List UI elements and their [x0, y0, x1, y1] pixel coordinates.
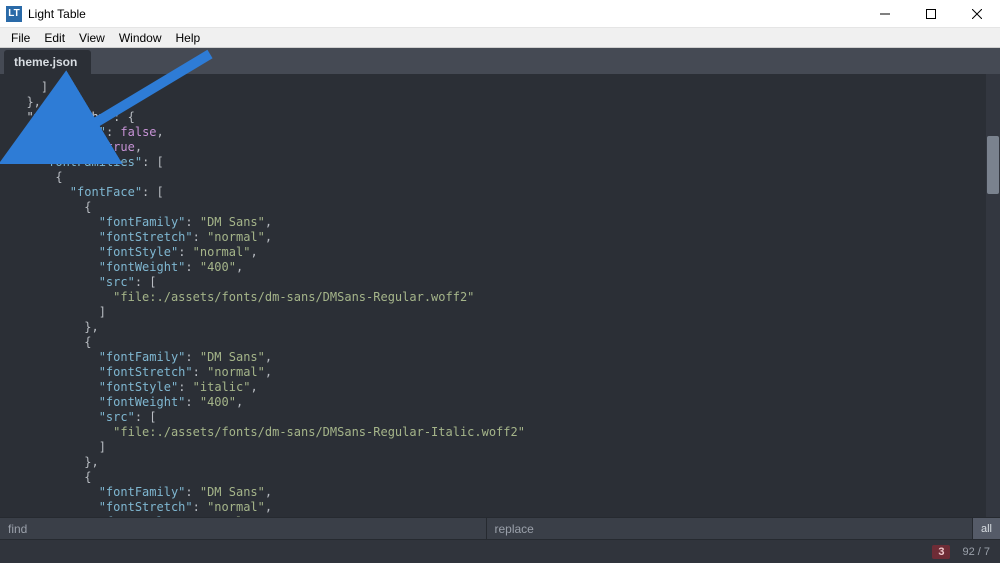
cursor-position: 92 / 7: [962, 546, 990, 558]
window-controls: [862, 0, 1000, 28]
code-content: ] }, "typography": { "dropCap": false, "…: [12, 80, 986, 517]
app-area: theme.json ] }, "typography": { "dropCap…: [0, 48, 1000, 563]
window-titlebar: LT Light Table: [0, 0, 1000, 28]
app-icon: LT: [6, 6, 22, 22]
error-count-badge[interactable]: 3: [932, 545, 950, 559]
menu-item-edit[interactable]: Edit: [37, 29, 72, 47]
vertical-scrollbar[interactable]: [986, 74, 1000, 517]
maximize-button[interactable]: [908, 0, 954, 28]
replace-input[interactable]: [495, 522, 965, 536]
tab-label: theme.json: [14, 55, 77, 69]
minimize-button[interactable]: [862, 0, 908, 28]
close-button[interactable]: [954, 0, 1000, 28]
close-icon: [972, 9, 982, 19]
code-editor[interactable]: ] }, "typography": { "dropCap": false, "…: [0, 74, 986, 517]
find-field-wrap: [0, 518, 486, 539]
menu-item-help[interactable]: Help: [169, 29, 208, 47]
minimize-icon: [880, 9, 890, 19]
statusbar: 3 92 / 7: [0, 539, 1000, 563]
scrollbar-thumb[interactable]: [987, 136, 999, 194]
replace-field-wrap: [486, 518, 973, 539]
menu-item-file[interactable]: File: [4, 29, 37, 47]
tabbar: theme.json: [0, 48, 1000, 74]
replace-all-button[interactable]: all: [972, 518, 1000, 539]
editor-wrap: ] }, "typography": { "dropCap": false, "…: [0, 74, 1000, 517]
window-title: Light Table: [28, 7, 86, 21]
menu-item-window[interactable]: Window: [112, 29, 169, 47]
replace-all-label: all: [981, 523, 992, 535]
tab-theme-json[interactable]: theme.json: [4, 50, 91, 74]
menubar: FileEditViewWindowHelp: [0, 28, 1000, 48]
find-input[interactable]: [8, 522, 478, 536]
find-replace-bar: all: [0, 517, 1000, 539]
maximize-icon: [926, 9, 936, 19]
menu-item-view[interactable]: View: [72, 29, 112, 47]
